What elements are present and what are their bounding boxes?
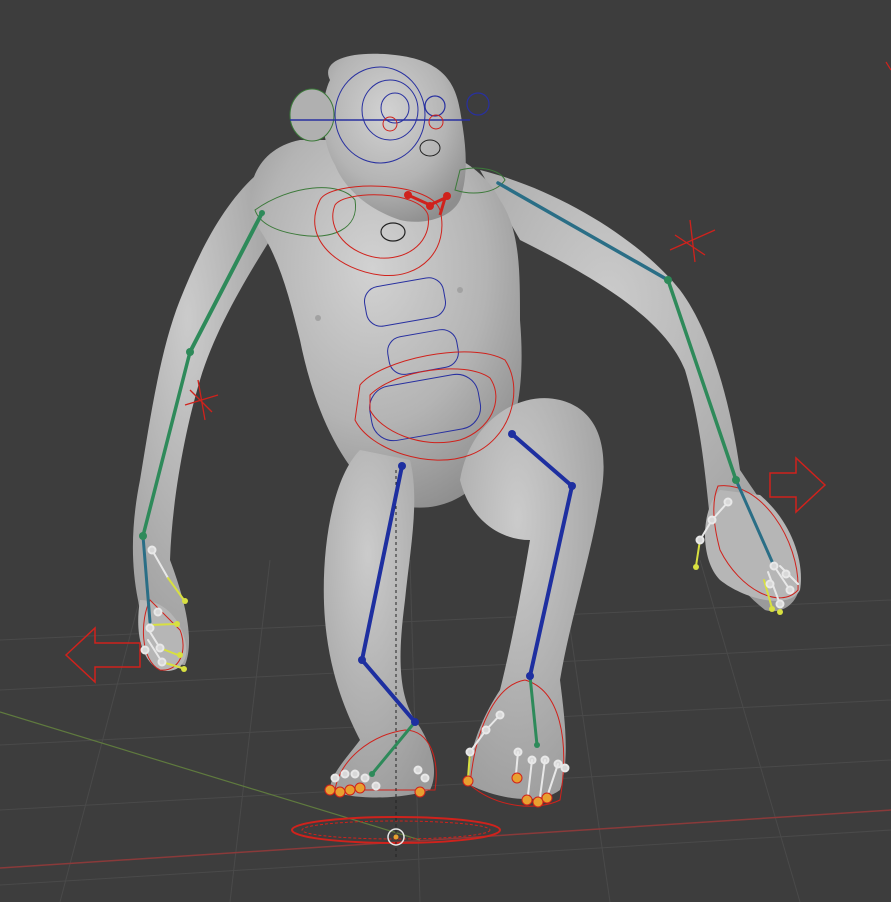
toe-joint[interactable] (560, 763, 570, 773)
toe-joint[interactable] (495, 710, 505, 720)
ankle-joint[interactable] (534, 742, 540, 748)
toe-joint[interactable] (371, 781, 381, 791)
floor-grid (0, 559, 891, 902)
ik-arrow-icon[interactable] (769, 456, 827, 514)
finger-joint[interactable] (769, 561, 779, 571)
toe-tip[interactable] (354, 782, 366, 794)
joint[interactable] (526, 672, 534, 680)
toe-joint[interactable] (330, 773, 340, 783)
toe-joint[interactable] (350, 769, 360, 779)
chest-detail (457, 287, 463, 293)
finger-joint[interactable] (765, 579, 775, 589)
toe-tip[interactable] (324, 784, 336, 796)
toe-tip[interactable] (334, 786, 346, 798)
digit-bones[interactable] (140, 497, 799, 808)
toe-tip[interactable] (532, 796, 544, 808)
finger-joint[interactable] (155, 643, 165, 653)
finger-joint[interactable] (157, 657, 167, 667)
toe-tip[interactable] (414, 786, 426, 798)
finger-joint[interactable] (775, 599, 785, 609)
toe-tip[interactable] (521, 794, 533, 806)
finger-joint[interactable] (785, 585, 795, 595)
finger-tip[interactable] (777, 609, 783, 615)
finger-tip[interactable] (177, 652, 183, 658)
joint[interactable] (732, 476, 740, 484)
ear-left-mesh[interactable] (289, 88, 335, 142)
finger-tip[interactable] (769, 606, 775, 612)
joint[interactable] (139, 532, 147, 540)
finger-joint[interactable] (145, 623, 155, 633)
toe-joint[interactable] (360, 773, 370, 783)
finger-joint[interactable] (147, 545, 157, 555)
chimp-mesh[interactable] (132, 53, 801, 800)
toe-tip[interactable] (511, 772, 523, 784)
joint[interactable] (186, 348, 194, 356)
eye-target-control[interactable] (466, 92, 490, 116)
finger-joint[interactable] (695, 535, 705, 545)
finger-joint[interactable] (707, 515, 717, 525)
finger-tip[interactable] (693, 564, 699, 570)
toe-tip[interactable] (344, 784, 356, 796)
toe-tip[interactable] (541, 792, 553, 804)
toe-joint[interactable] (481, 725, 491, 735)
chest-detail (315, 315, 321, 321)
toe-joint[interactable] (420, 773, 430, 783)
joint[interactable] (259, 210, 265, 216)
arm-left-mesh[interactable] (132, 170, 270, 665)
leg-right-mesh[interactable] (460, 398, 604, 800)
toe-joint[interactable] (465, 747, 475, 757)
joint[interactable] (411, 718, 419, 726)
mouth-point[interactable] (404, 191, 412, 199)
offscreen-control[interactable] (885, 61, 891, 71)
finger-tip[interactable] (174, 621, 180, 627)
ik-target-icon[interactable] (669, 219, 716, 263)
finger-joint[interactable] (723, 497, 733, 507)
mouth-point[interactable] (426, 202, 434, 210)
toe-tip[interactable] (462, 775, 474, 787)
3d-viewport[interactable] (0, 0, 891, 902)
toe-joint[interactable] (340, 769, 350, 779)
joint[interactable] (568, 482, 576, 490)
ankle-joint[interactable] (369, 771, 375, 777)
finger-tip[interactable] (181, 666, 187, 672)
joint[interactable] (398, 462, 406, 470)
mouth-point[interactable] (443, 192, 451, 200)
finger-tip[interactable] (182, 598, 188, 604)
joint[interactable] (664, 276, 672, 284)
finger-joint[interactable] (781, 569, 791, 579)
finger-joint[interactable] (140, 645, 150, 655)
joint[interactable] (358, 656, 366, 664)
toe-joint[interactable] (413, 765, 423, 775)
joint[interactable] (508, 430, 516, 438)
scene-canvas[interactable] (0, 0, 891, 902)
finger-joint[interactable] (153, 607, 163, 617)
